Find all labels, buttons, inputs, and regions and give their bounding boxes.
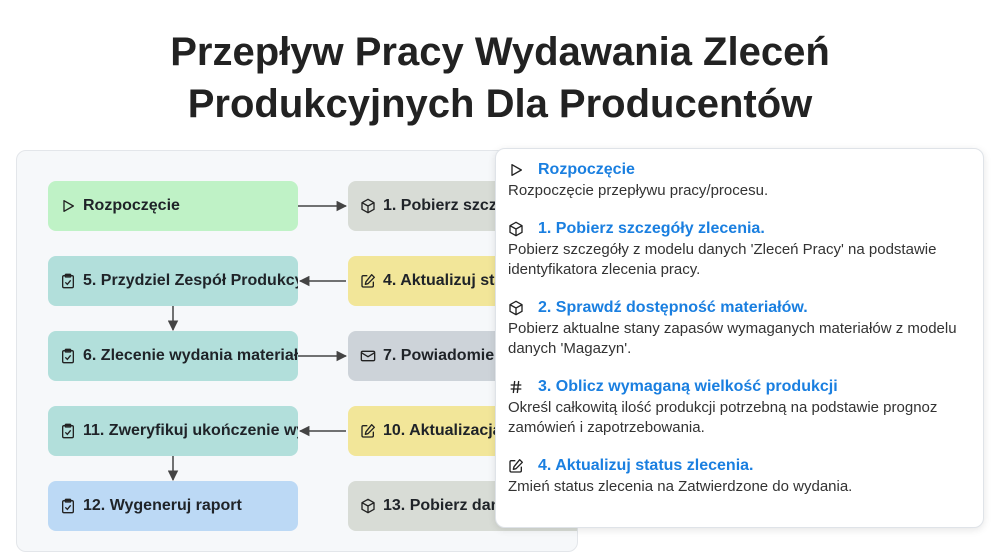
package-icon bbox=[508, 300, 524, 316]
detail-step-3: 3. Oblicz wymaganą wielkość produkcji Ok… bbox=[508, 376, 971, 438]
package-icon bbox=[508, 221, 524, 237]
detail-step-start: Rozpoczęcie Rozpoczęcie przepływu pracy/… bbox=[508, 159, 971, 201]
node-start[interactable]: Rozpoczęcie bbox=[48, 181, 298, 231]
mail-icon bbox=[360, 348, 376, 364]
detail-title[interactable]: 4. Aktualizuj status zlecenia. bbox=[538, 455, 753, 477]
flow-canvas: Rozpoczęcie 1. Pobierz szczegóły zleceni… bbox=[16, 150, 578, 552]
detail-step-4: 4. Aktualizuj status zlecenia. Zmień sta… bbox=[508, 455, 971, 497]
detail-desc: Pobierz szczegóły z modelu danych 'Zlece… bbox=[508, 241, 937, 278]
package-icon bbox=[360, 198, 376, 214]
hash-icon bbox=[508, 379, 524, 395]
page-title-line-2: Produkcyjnych Dla Producentów bbox=[187, 82, 813, 126]
page-title-line-1: Przepływ Pracy Wydawania Zleceń bbox=[170, 30, 830, 74]
clipboard-check-icon bbox=[60, 348, 76, 364]
edit-icon bbox=[360, 423, 376, 439]
node-6[interactable]: 6. Zlecenie wydania materiałów bbox=[48, 331, 298, 381]
step-details-panel[interactable]: Rozpoczęcie Rozpoczęcie przepływu pracy/… bbox=[495, 148, 984, 528]
package-icon bbox=[360, 498, 376, 514]
edit-icon bbox=[508, 458, 524, 474]
clipboard-check-icon bbox=[60, 498, 76, 514]
detail-title[interactable]: 1. Pobierz szczegóły zlecenia. bbox=[538, 218, 765, 240]
detail-title[interactable]: 2. Sprawdź dostępność materiałów. bbox=[538, 297, 808, 319]
detail-step-2: 2. Sprawdź dostępność materiałów. Pobier… bbox=[508, 297, 971, 359]
clipboard-check-icon bbox=[60, 423, 76, 439]
play-icon bbox=[508, 162, 524, 178]
clipboard-check-icon bbox=[60, 273, 76, 289]
node-12[interactable]: 12. Wygeneruj raport bbox=[48, 481, 298, 531]
detail-desc: Pobierz aktualne stany zapasów wymaganyc… bbox=[508, 320, 957, 357]
detail-desc: Zmień status zlecenia na Zatwierdzone do… bbox=[508, 478, 853, 495]
edit-icon bbox=[360, 273, 376, 289]
page-title: Przepływ Pracy Wydawania Zleceń Produkcy… bbox=[0, 26, 1000, 130]
detail-title[interactable]: Rozpoczęcie bbox=[538, 159, 635, 181]
detail-desc: Określ całkowitą ilość produkcji potrzeb… bbox=[508, 399, 938, 436]
node-5[interactable]: 5. Przydziel Zespół Produkcyjny bbox=[48, 256, 298, 306]
detail-title[interactable]: 3. Oblicz wymaganą wielkość produkcji bbox=[538, 376, 838, 398]
detail-step-1: 1. Pobierz szczegóły zlecenia. Pobierz s… bbox=[508, 218, 971, 280]
detail-desc: Rozpoczęcie przepływu pracy/procesu. bbox=[508, 182, 769, 199]
node-11[interactable]: 11. Zweryfikuj ukończenie wydania bbox=[48, 406, 298, 456]
play-icon bbox=[60, 198, 76, 214]
